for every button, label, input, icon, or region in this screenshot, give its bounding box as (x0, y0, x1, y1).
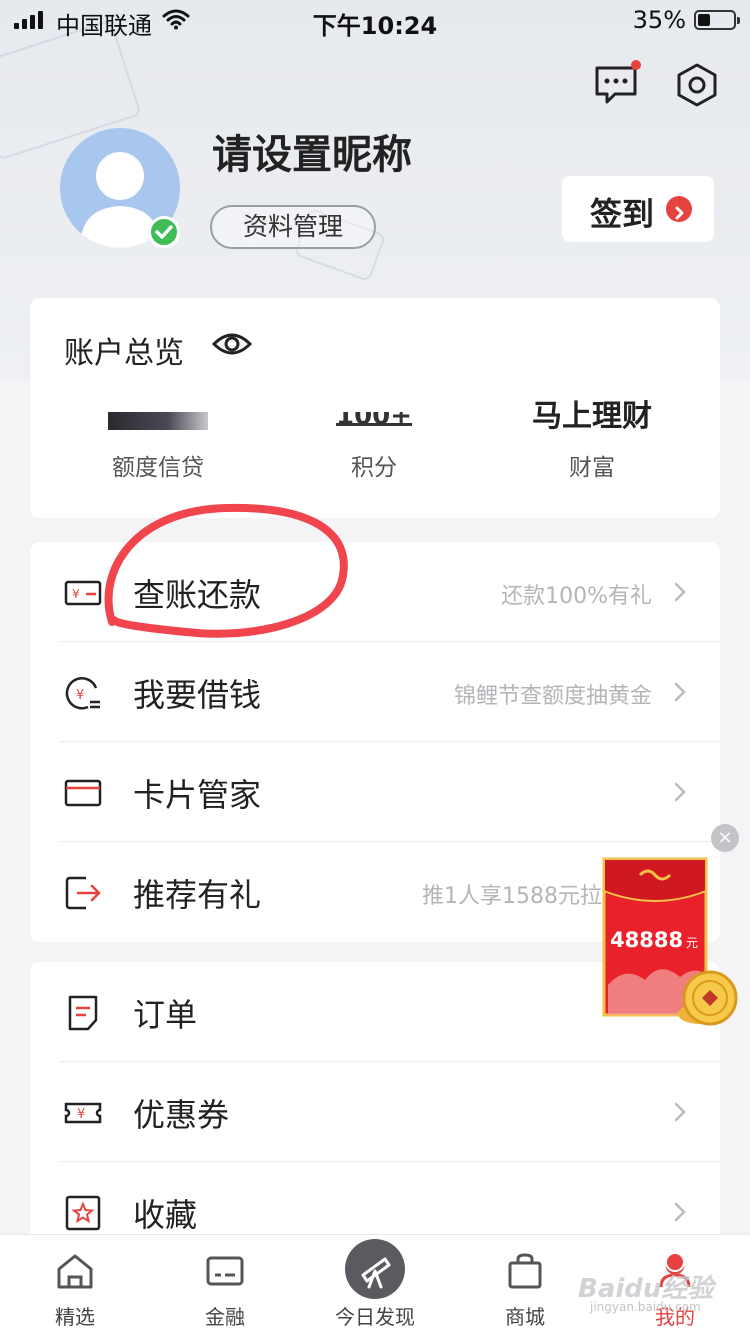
stat-label: 积分 (351, 455, 397, 481)
tab-discover[interactable]: 今日发现 (300, 1235, 450, 1334)
chevron-right-icon (674, 582, 686, 602)
home-icon (57, 1254, 93, 1289)
checkin-button[interactable]: 签到 (562, 176, 714, 242)
order-doc-icon (68, 995, 98, 1031)
eye-icon[interactable] (212, 328, 252, 360)
battery-icon (694, 10, 740, 30)
svg-text:¥: ¥ (77, 1107, 85, 1122)
status-bar: 中国联通 下午10:24 35% (0, 0, 750, 42)
promo-amount: 48888 (610, 928, 683, 952)
chevron-right-icon (674, 1102, 686, 1122)
masked-value (108, 412, 208, 430)
notification-dot (631, 60, 641, 70)
menu-label: 推荐有礼 (133, 876, 262, 914)
message-dots-icon[interactable] (593, 60, 641, 108)
annotation-circle (104, 503, 348, 638)
menu-label: 订单 (133, 996, 198, 1034)
coupon-icon: ¥ (64, 1102, 102, 1124)
menu-item-coupons[interactable]: ¥ 优惠券 (30, 1062, 720, 1162)
favorite-star-icon (65, 1195, 101, 1231)
card-icon (64, 779, 102, 807)
hexagon-gear-icon[interactable] (674, 62, 720, 108)
account-overview-card: 账户总览 额度信贷 100+ 积分 马上理财 财富 (30, 298, 720, 518)
watermark-url: jingyan.baidu.com (590, 1300, 701, 1314)
stat-points[interactable]: 100+ 积分 (274, 394, 474, 482)
overview-title: 账户总览 (64, 336, 184, 371)
chevron-right-icon (674, 782, 686, 802)
stat-label: 额度信贷 (112, 455, 204, 481)
menu-label: 卡片管家 (133, 776, 262, 814)
stat-wealth[interactable]: 马上理财 财富 (492, 394, 692, 482)
battery-percent: 35% (632, 6, 686, 34)
menu-subtitle: 推1人享1588元拉 (422, 884, 602, 909)
profile-management-button[interactable]: 资料管理 (210, 205, 376, 249)
tab-label: 金融 (205, 1305, 245, 1329)
borrow-yuan-icon: ¥ (65, 677, 100, 710)
menu-item-borrow[interactable]: ¥ 我要借钱 锦鲤节查额度抽黄金 (30, 642, 720, 742)
shopping-bag-icon (508, 1253, 542, 1289)
svg-text:¥: ¥ (72, 587, 80, 601)
stat-credit[interactable]: 额度信贷 (58, 394, 258, 482)
share-exit-icon (65, 876, 101, 910)
chevron-right-icon (674, 1202, 686, 1222)
tab-featured[interactable]: 精选 (0, 1235, 150, 1334)
menu-item-cards[interactable]: 卡片管家 (30, 742, 720, 842)
close-promo-button[interactable]: × (711, 824, 739, 852)
menu-label: 优惠券 (133, 1096, 230, 1134)
tab-label: 今日发现 (335, 1305, 415, 1329)
menu-subtitle: 还款100%有礼 (501, 584, 652, 609)
stat-value: 100+ (336, 412, 412, 426)
nickname[interactable]: 请设置昵称 (212, 122, 412, 180)
menu-subtitle: 锦鲤节查额度抽黄金 (453, 684, 652, 709)
svg-text:¥: ¥ (76, 688, 84, 703)
telescope-icon (345, 1239, 405, 1299)
finance-card-icon (206, 1256, 244, 1286)
stat-label: 财富 (569, 455, 615, 481)
verified-check-icon (148, 216, 180, 248)
checkin-label: 签到 (590, 195, 655, 233)
arrow-right-icon (666, 196, 692, 222)
stat-value: 马上理财 (532, 399, 652, 434)
menu-label: 收藏 (133, 1196, 198, 1234)
tab-label: 商城 (505, 1305, 545, 1329)
gold-coin-icon (678, 970, 738, 1026)
promo-unit: 元 (686, 936, 698, 950)
menu-label: 我要借钱 (133, 676, 262, 714)
chevron-right-icon (674, 682, 686, 702)
tab-finance[interactable]: 金融 (150, 1235, 300, 1334)
tab-label: 精选 (55, 1305, 95, 1329)
